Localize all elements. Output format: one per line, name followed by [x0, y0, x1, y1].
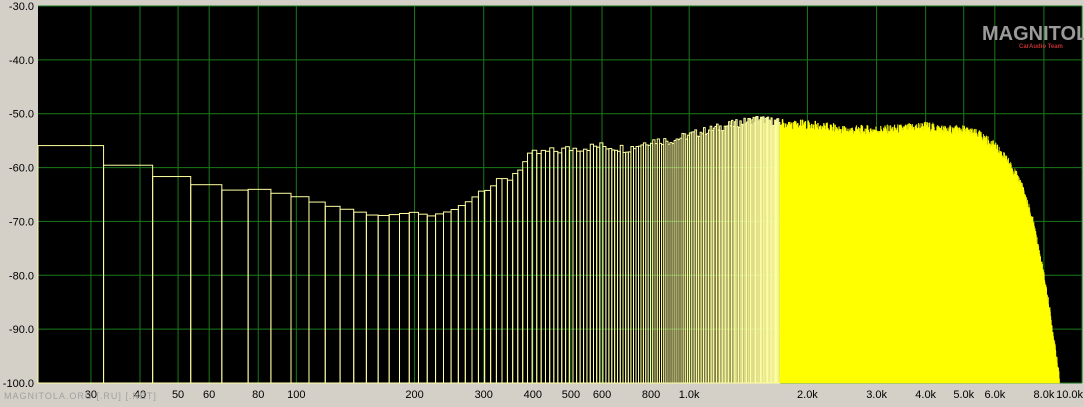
x-tick-label: 300	[475, 389, 493, 401]
y-tick-label: -80.0	[9, 270, 34, 282]
x-tick-label: 2.0k	[797, 389, 818, 401]
x-tick-label: 500	[562, 389, 580, 401]
x-tick-label: 100	[287, 389, 305, 401]
y-tick-label: -90.0	[9, 324, 34, 336]
y-tick-label: -50.0	[9, 109, 34, 121]
x-tick-label: 50	[172, 389, 184, 401]
y-tick-label: -40.0	[9, 55, 34, 67]
x-tick-label: 400	[524, 389, 542, 401]
x-tick-label: 80	[252, 389, 264, 401]
logo-subtitle: CarAudio Team	[1019, 44, 1063, 50]
x-tick-label: 200	[405, 389, 423, 401]
y-tick-label: -60.0	[9, 163, 34, 175]
x-tick-label: 8.0k	[1034, 389, 1055, 401]
x-tick-label: 1.0k	[679, 389, 700, 401]
x-tick-label: 5.0k	[953, 389, 974, 401]
x-tick-label: 6.0k	[984, 389, 1005, 401]
x-tick-label: 3.0k	[866, 389, 887, 401]
x-tick-label: 10.0k	[1056, 389, 1083, 401]
x-tick-label: 600	[593, 389, 611, 401]
x-tick-label: 4.0k	[915, 389, 936, 401]
logo-text: MAGNITOLA	[982, 23, 1084, 45]
x-tick-label: 60	[203, 389, 215, 401]
y-tick-label: -70.0	[9, 216, 34, 228]
y-axis-ticks: -30.0 -40.0 -50.0 -60.0 -70.0 -80.0 -90.0 -100.…	[3, 1, 34, 390]
x-tick-label: 800	[642, 389, 660, 401]
spectrum-chart: -30.0 -40.0 -50.0 -60.0 -70.0 -80.0 -90.0 -100.…	[0, 0, 1084, 402]
y-tick-label: -100.0	[3, 378, 34, 390]
spectrum-chart-svg: -30.0 -40.0 -50.0 -60.0 -70.0 -80.0 -90.0 -100.…	[3, 1, 1084, 401]
x-axis-ticks: 30 40 50 60 80 100 200 300 400 500 600 800 1.0k 2.0k 3…	[85, 389, 1084, 401]
watermark-text: MAGNITOLA.ORG [.RU] [.NET]	[4, 391, 157, 401]
y-tick-label: -30.0	[9, 1, 34, 13]
